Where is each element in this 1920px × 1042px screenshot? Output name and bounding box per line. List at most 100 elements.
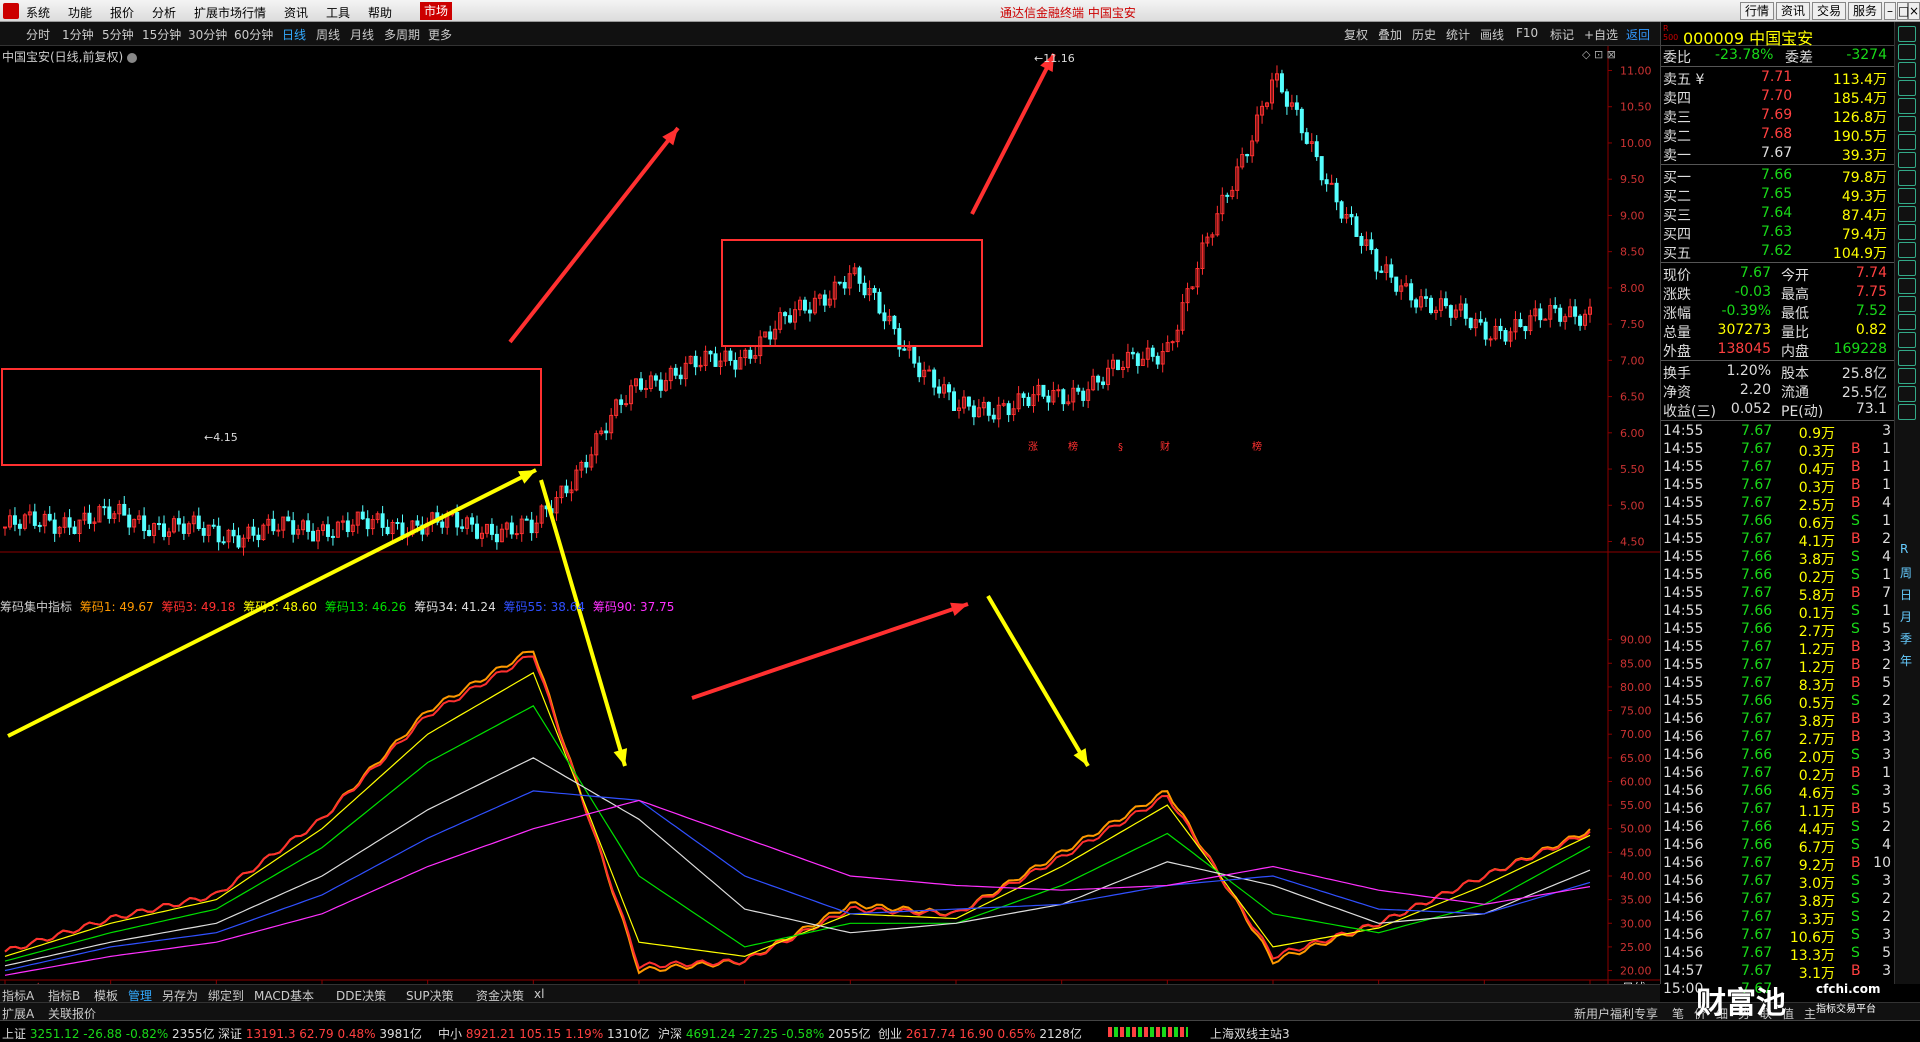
tool-draw[interactable]: 画线 bbox=[1480, 26, 1504, 43]
index-quote[interactable]: 深证 13191.3 62.79 0.48% 3981亿 bbox=[218, 1025, 422, 1042]
side-period-label[interactable]: R bbox=[1900, 542, 1908, 556]
server-status[interactable]: 上海双线主站3 bbox=[1210, 1025, 1290, 1042]
tick-row: 14:56 7.67 3.0万 S 3 bbox=[1661, 873, 1895, 892]
menu-extended-market[interactable]: 扩展市场行情 bbox=[194, 4, 266, 21]
side-period-label[interactable]: 日 bbox=[1900, 586, 1912, 603]
menu-analysis[interactable]: 分析 bbox=[152, 4, 176, 21]
btn-info[interactable]: 资讯 bbox=[1776, 2, 1811, 20]
tool-back[interactable]: 返回 bbox=[1626, 26, 1650, 43]
tick-side: B bbox=[1851, 729, 1861, 745]
period-15min[interactable]: 15分钟 bbox=[142, 26, 181, 43]
side-tool-icon[interactable] bbox=[1898, 314, 1916, 330]
chart-area[interactable]: ←11.16 ←4.15 涨 榜 § 财 榜 11.00 10.50 10.00 9.50 9.00… bbox=[0, 46, 1660, 984]
tick-side: B bbox=[1851, 657, 1861, 673]
side-tool-icon[interactable] bbox=[1898, 170, 1916, 186]
side-tool-icon[interactable] bbox=[1898, 404, 1916, 420]
menu-info[interactable]: 资讯 bbox=[284, 4, 308, 21]
candle-body bbox=[653, 375, 658, 381]
side-tool-icon[interactable] bbox=[1898, 62, 1916, 78]
period-daily[interactable]: 日线 bbox=[282, 26, 306, 43]
tick-time: 14:55 bbox=[1663, 693, 1704, 709]
side-tool-icon[interactable] bbox=[1898, 152, 1916, 168]
side-tool-icon[interactable] bbox=[1898, 188, 1916, 204]
consolidation-box-2 bbox=[721, 239, 983, 347]
stat-value: 25.8亿 bbox=[1841, 366, 1887, 382]
tick-time: 14:57 bbox=[1663, 963, 1704, 979]
side-tool-icon[interactable] bbox=[1898, 368, 1916, 384]
period-1min[interactable]: 1分钟 bbox=[62, 26, 94, 43]
index-quote[interactable]: 上证 3251.12 -26.88 -0.82% 2355亿 bbox=[2, 1025, 215, 1042]
candle-body bbox=[1414, 299, 1419, 308]
index-quote[interactable]: 沪深 4691.24 -27.25 -0.58% 2055亿 bbox=[658, 1025, 871, 1042]
period-monthly[interactable]: 月线 bbox=[350, 26, 374, 43]
menu-function[interactable]: 功能 bbox=[68, 4, 92, 21]
tool-overlay[interactable]: 叠加 bbox=[1378, 26, 1402, 43]
side-tool-icon[interactable] bbox=[1898, 206, 1916, 222]
side-period-label[interactable]: 季 bbox=[1900, 630, 1912, 647]
side-tool-icon[interactable] bbox=[1898, 386, 1916, 402]
period-weekly[interactable]: 周线 bbox=[316, 26, 340, 43]
side-tool-icon[interactable] bbox=[1898, 332, 1916, 348]
period-60min[interactable]: 60分钟 bbox=[234, 26, 273, 43]
stat-value: 7.52 bbox=[1855, 303, 1887, 319]
period-5min[interactable]: 5分钟 bbox=[102, 26, 134, 43]
tool-adjust[interactable]: 复权 bbox=[1344, 26, 1368, 43]
tick-count: 1 bbox=[1882, 603, 1891, 619]
side-tool-icon[interactable] bbox=[1898, 134, 1916, 150]
settings-icon[interactable] bbox=[127, 52, 138, 63]
kline-chart[interactable]: ←11.16 ←4.15 涨 榜 § 财 榜 11.00 10.50 10.00 9.50 9.00… bbox=[0, 46, 1660, 984]
indicator-tab[interactable]: xl bbox=[534, 987, 544, 1001]
stock-code[interactable]: 000009 中国宝安 bbox=[1683, 25, 1813, 49]
side-tool-icon[interactable] bbox=[1898, 224, 1916, 240]
menu-help[interactable]: 帮助 bbox=[368, 4, 392, 21]
ind-y-tick-label: 90.00 bbox=[1620, 634, 1652, 647]
candle-body bbox=[1294, 102, 1299, 110]
side-tool-icon[interactable] bbox=[1898, 26, 1916, 42]
candle-body bbox=[1041, 384, 1046, 397]
tick-time: 14:55 bbox=[1663, 657, 1704, 673]
btn-service[interactable]: 服务 bbox=[1848, 2, 1883, 20]
period-multi[interactable]: 多周期 bbox=[384, 26, 420, 43]
chart-window-icons[interactable]: ◇ ⊡ ⊠ bbox=[1582, 48, 1616, 61]
menu-system[interactable]: 系统 bbox=[26, 4, 50, 21]
tool-f10[interactable]: F10 bbox=[1516, 26, 1538, 40]
side-tool-icon[interactable] bbox=[1898, 80, 1916, 96]
btn-market[interactable]: 行情 bbox=[1740, 2, 1775, 20]
btn-trade[interactable]: 交易 bbox=[1812, 2, 1847, 20]
tool-mark[interactable]: 标记 bbox=[1550, 26, 1574, 43]
ask-row: 卖三 7.69 126.8万 bbox=[1661, 107, 1895, 126]
index-quote[interactable]: 创业 2617.74 16.90 0.65% 2128亿 bbox=[878, 1025, 1082, 1042]
maximize-icon[interactable]: □ bbox=[1897, 2, 1909, 20]
tool-add-watch[interactable]: +自选 bbox=[1584, 26, 1618, 43]
candle-body bbox=[857, 267, 862, 284]
close-icon[interactable]: × bbox=[1908, 2, 1920, 20]
minimize-icon[interactable]: – bbox=[1884, 2, 1896, 20]
stat-row: 现价 7.67 今开 7.74 bbox=[1661, 265, 1895, 284]
menu-quote[interactable]: 报价 bbox=[110, 4, 134, 21]
index-quote[interactable]: 中小 8921.21 105.15 1.19% 1310亿 bbox=[438, 1025, 650, 1042]
menu-market[interactable]: 市场 bbox=[420, 2, 453, 20]
candle-body bbox=[1334, 182, 1339, 203]
tool-stats[interactable]: 统计 bbox=[1446, 26, 1470, 43]
tick-row: 14:55 7.67 0.3万 B 1 bbox=[1661, 441, 1895, 460]
side-tool-icon[interactable] bbox=[1898, 116, 1916, 132]
period-intraday[interactable]: 分时 bbox=[26, 26, 50, 43]
side-period-label[interactable]: 年 bbox=[1900, 652, 1912, 669]
side-tool-icon[interactable] bbox=[1898, 98, 1916, 114]
side-tool-icon[interactable] bbox=[1898, 350, 1916, 366]
candle-body bbox=[176, 518, 181, 525]
side-tool-icon[interactable] bbox=[1898, 278, 1916, 294]
menu-tools[interactable]: 工具 bbox=[326, 4, 350, 21]
side-tool-icon[interactable] bbox=[1898, 242, 1916, 258]
side-tool-icon[interactable] bbox=[1898, 296, 1916, 312]
period-more[interactable]: 更多 bbox=[428, 26, 452, 43]
tick-count: 2 bbox=[1882, 819, 1891, 835]
tool-history[interactable]: 历史 bbox=[1412, 26, 1436, 43]
side-tool-icon[interactable] bbox=[1898, 260, 1916, 276]
side-period-label[interactable]: 周 bbox=[1900, 564, 1912, 581]
tick-time: 14:56 bbox=[1663, 711, 1704, 727]
side-period-label[interactable]: 月 bbox=[1900, 608, 1912, 625]
candle-body bbox=[524, 518, 529, 521]
period-30min[interactable]: 30分钟 bbox=[188, 26, 227, 43]
side-tool-icon[interactable] bbox=[1898, 44, 1916, 60]
